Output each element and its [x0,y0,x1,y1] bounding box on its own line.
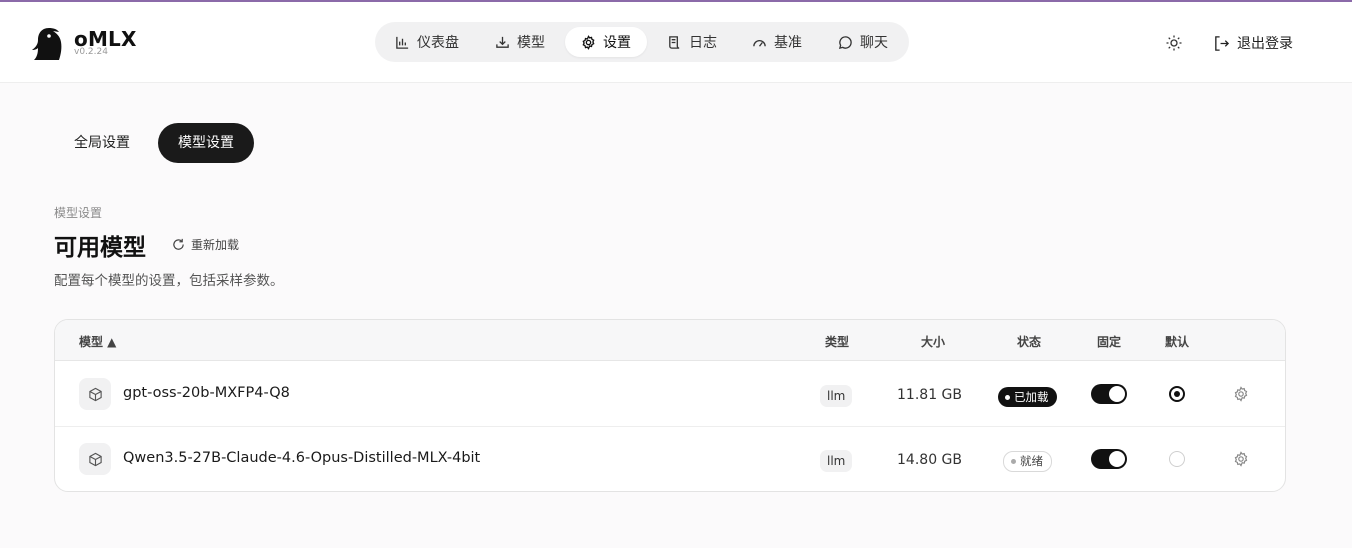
page-description: 配置每个模型的设置，包括采样参数。 [54,273,284,289]
default-radio[interactable] [1169,386,1185,402]
reload-label: 重新加载 [191,238,240,252]
type-badge: llm [820,450,853,472]
nav-item-dashboard[interactable]: 仪表盘 [395,27,459,57]
bar-chart-icon [396,36,409,49]
model-icon-box [79,378,111,410]
logout-button[interactable]: 退出登录 [1213,33,1293,53]
main-nav: 仪表盘 模型 设置 日志 基准 聊天 [375,22,909,62]
app-version: v0.2.24 [74,47,108,57]
nav-item-chat[interactable]: 聊天 [838,27,888,57]
nav-item-settings[interactable]: 设置 [565,27,647,57]
nav-item-logs[interactable]: 日志 [667,27,717,57]
nav-label: 仪表盘 [417,35,459,51]
page-title: 可用模型 [54,235,146,261]
table-row: gpt-oss-20b-MXFP4-Q8 llm 11.81 GB 已加载 [55,361,1285,426]
pin-toggle[interactable] [1091,449,1127,469]
model-icon-box [79,443,111,475]
cube-icon [88,452,102,466]
nav-item-benchmark[interactable]: 基准 [752,27,802,57]
status-dot [1005,394,1010,400]
status-label: 就绪 [1020,454,1043,468]
column-header-status: 状态 [1017,335,1042,349]
logout-label: 退出登录 [1237,36,1293,52]
nav-item-models[interactable]: 模型 [495,27,545,57]
status-badge: 就绪 [1003,451,1052,472]
gauge-icon [753,39,766,47]
status-dot [1011,459,1016,464]
status-label: 已加载 [1014,390,1049,404]
model-name: Qwen3.5-27B-Claude-4.6-Opus-Distilled-ML… [123,450,481,466]
penguin-logo-icon [32,28,62,60]
nav-label: 模型 [517,35,545,51]
table-row: Qwen3.5-27B-Claude-4.6-Opus-Distilled-ML… [55,427,1285,491]
chat-bubble-icon [838,35,852,49]
model-size: 14.80 GB [897,452,962,468]
type-badge: llm [820,385,853,407]
model-size: 11.81 GB [897,387,962,403]
pin-toggle[interactable] [1091,384,1127,404]
column-header-model[interactable]: 模型 ▲ [79,333,116,350]
nav-label: 设置 [603,35,631,51]
column-header-pinned: 固定 [1097,335,1122,349]
column-header-size: 大小 [921,335,946,349]
tab-model-settings[interactable]: 模型设置 [158,123,254,163]
cube-icon [88,387,102,401]
refresh-icon [173,238,184,250]
model-settings-gear-icon[interactable] [1233,451,1249,467]
model-settings-gear-icon[interactable] [1233,386,1249,402]
nav-label: 聊天 [860,35,888,51]
scroll-icon [669,35,680,49]
default-radio[interactable] [1169,451,1185,467]
download-icon [496,36,509,48]
column-header-type: 类型 [825,335,850,349]
sun-icon[interactable] [1165,34,1183,52]
nav-label: 日志 [689,35,717,51]
tab-global-settings[interactable]: 全局设置 [54,123,150,163]
models-table: 模型 ▲ 类型 大小 状态 固定 默认 gpt-oss-20b-MXFP4-Q8… [54,319,1286,492]
breadcrumb: 模型设置 [54,206,103,220]
logout-icon [1215,35,1230,51]
status-badge: 已加载 [998,387,1057,407]
app-header: oMLX v0.2.24 仪表盘 模型 设置 日志 基准 聊天 退出登录 [0,2,1352,83]
table-header: 模型 ▲ 类型 大小 状态 固定 默认 [55,320,1285,361]
column-header-default: 默认 [1165,335,1190,349]
model-name: gpt-oss-20b-MXFP4-Q8 [123,385,290,401]
reload-button[interactable]: 重新加载 [172,236,239,253]
gear-icon [582,34,595,50]
nav-label: 基准 [774,35,802,51]
